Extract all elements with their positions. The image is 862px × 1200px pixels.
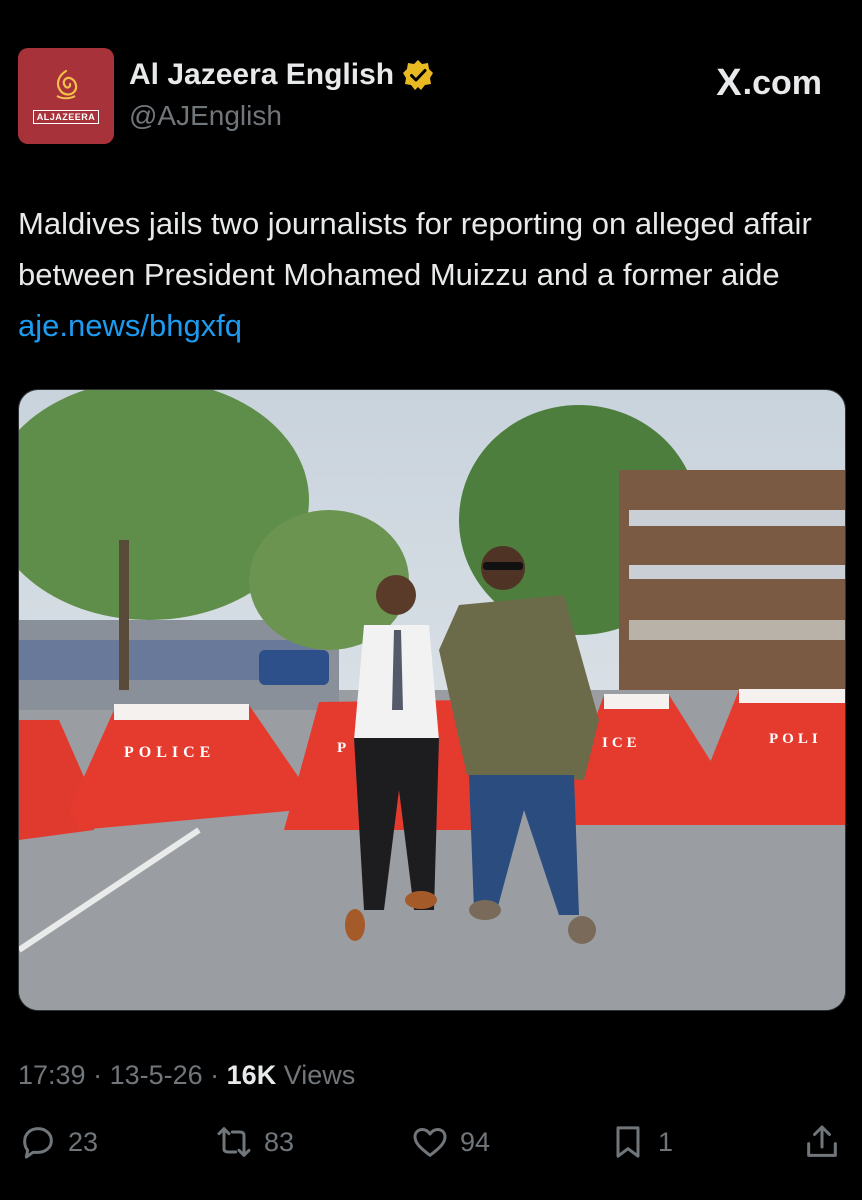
bookmark-count: 1 (658, 1126, 674, 1157)
tweet-meta: 17:39 · 13-5-26 · 16K Views (18, 1060, 356, 1090)
x-com-text: .com (742, 64, 822, 102)
reply-button[interactable]: 23 (18, 1122, 98, 1162)
barrier-label-3: ICE (602, 735, 641, 751)
verified-badge-icon (403, 60, 434, 90)
tweet-date[interactable]: 13-5-26 (110, 1060, 203, 1090)
bookmark-icon (616, 1126, 640, 1158)
barrier-label-2: P (337, 740, 346, 756)
share-icon (807, 1125, 837, 1157)
repost-button[interactable]: 83 (214, 1122, 294, 1162)
display-name[interactable]: Al Jazeera English (129, 58, 394, 92)
repost-icon (217, 1127, 251, 1157)
avatar[interactable]: ALJAZEERA (18, 48, 114, 144)
x-logo-icon: X (716, 62, 742, 104)
handle[interactable]: @AJEnglish (129, 100, 282, 132)
views-label: Views (276, 1060, 356, 1090)
barrier-label-1: POLICE (124, 744, 215, 761)
tweet-text: Maldives jails two journalists for repor… (18, 198, 844, 351)
like-count: 94 (460, 1126, 491, 1157)
barrier-label-4: POLI (769, 731, 822, 747)
bookmark-button[interactable]: 1 (608, 1122, 673, 1162)
share-button[interactable] (802, 1122, 852, 1162)
views-count: 16K (226, 1060, 277, 1090)
reply-icon (23, 1127, 53, 1159)
aljazeera-logo-icon (56, 69, 78, 100)
x-com-logo: X .com (716, 62, 822, 105)
name-row: Al Jazeera English (129, 58, 434, 92)
tweet-body: Maldives jails two journalists for repor… (18, 206, 812, 292)
tweet-link[interactable]: aje.news/bhgxfq (18, 308, 242, 343)
photo-illustration: POLICE P ICE POLI (19, 390, 845, 1010)
avatar-wordmark: ALJAZEERA (32, 110, 100, 124)
building (619, 470, 845, 690)
reply-count: 23 (68, 1126, 99, 1157)
like-button[interactable]: 94 (410, 1122, 490, 1162)
tweet-actions: 23 83 94 1 (18, 1122, 844, 1170)
heart-icon (413, 1128, 447, 1157)
tweet-time[interactable]: 17:39 (18, 1060, 86, 1090)
tweet-photo[interactable]: POLICE P ICE POLI (18, 389, 846, 1011)
tweet-header: ALJAZEERA Al Jazeera English @AJEnglish … (18, 48, 844, 144)
repost-count: 83 (264, 1126, 295, 1157)
